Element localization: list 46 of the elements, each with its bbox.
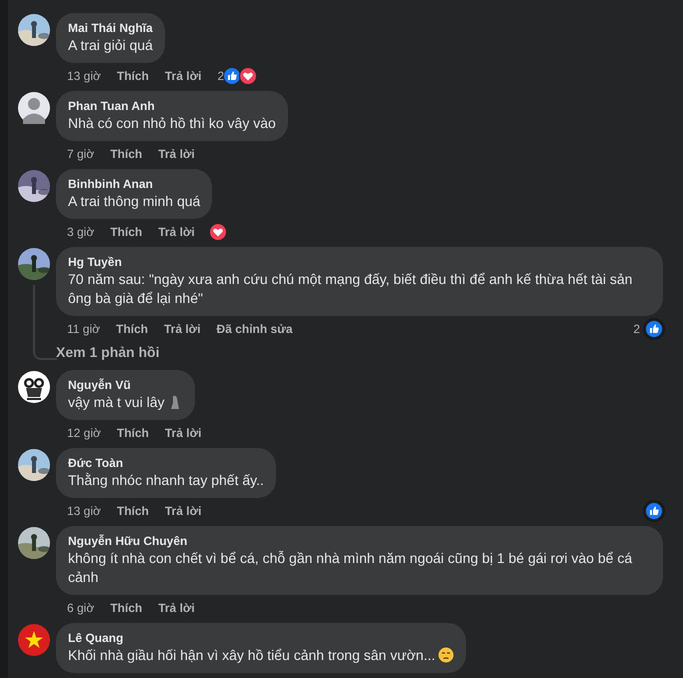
comment-action[interactable]: Đã chỉnh sửa — [216, 322, 293, 336]
like-icon[interactable] — [645, 502, 663, 520]
comment-time[interactable]: 7 giờ — [67, 147, 94, 161]
reaction-count[interactable]: 2 — [217, 69, 224, 83]
unamused-face-icon — [438, 647, 454, 663]
like-icon[interactable] — [645, 320, 663, 338]
view-replies-link[interactable]: Xem 1 phản hồi — [56, 344, 160, 360]
author-name[interactable]: Lê Quang — [68, 630, 454, 646]
like-icon[interactable] — [223, 67, 242, 85]
comment-action[interactable]: Thích — [110, 147, 142, 161]
comment-action[interactable]: Thích — [110, 225, 142, 239]
author-name[interactable]: Phan Tuan Anh — [68, 98, 276, 114]
author-name[interactable]: Đức Toàn — [68, 455, 264, 471]
comment-text: A trai thông minh quá — [68, 192, 200, 211]
comment-action[interactable]: Thích — [116, 322, 148, 336]
comment-action[interactable]: Trả lời — [158, 601, 195, 615]
comment-text: Khối nhà giầu hối hận vì xây hồ tiểu cảnh trong sân vườn... — [68, 646, 454, 665]
comment-action[interactable]: Thích — [116, 426, 149, 440]
author-name[interactable]: Hg Tuyền — [68, 254, 651, 270]
comment-action[interactable]: Trả lời — [164, 504, 202, 518]
comment-text: vậy mà t vui lây — [68, 393, 184, 412]
comment-time[interactable]: 11 giờ — [67, 322, 100, 336]
comment-action[interactable]: Thích — [110, 601, 142, 615]
comment-time[interactable]: 13 giờ — [67, 504, 101, 518]
comment-time[interactable]: 13 giờ — [67, 69, 101, 83]
comment-text: 70 năm sau: "ngày xưa anh cứu chú một mạng đấy, biết điều thì để anh kế thừa hết tài sản ông bà già để lại nhé" — [68, 270, 634, 308]
comment-time[interactable]: 12 giờ — [67, 426, 101, 440]
author-name[interactable]: Nguyễn Hữu Chuyên — [68, 533, 651, 549]
avatar-icon — [18, 92, 50, 124]
comment-action[interactable]: Trả lời — [158, 147, 195, 161]
author-name[interactable]: Binhbinh Anan — [68, 176, 200, 192]
comment-text: A trai giỏi quá — [68, 36, 153, 55]
comment-text: Nhà có con nhỏ hồ thì ko vây vào — [68, 114, 276, 133]
comment-action[interactable]: Trả lời — [164, 69, 202, 83]
comment-time[interactable]: 3 giờ — [67, 225, 94, 239]
reaction-count[interactable]: 2 — [633, 322, 640, 336]
author-name[interactable]: Nguyễn Vũ — [68, 377, 184, 393]
comment-time[interactable]: 6 giờ — [67, 601, 94, 615]
comment-action[interactable]: Trả lời — [164, 322, 201, 336]
comment-text: không ít nhà con chết vì bể cá, chỗ gần nhà mình năm ngoái cũng bị 1 bé gái rơi vào bể cá cảnh — [68, 549, 634, 587]
author-name[interactable]: Mai Thái Nghĩa — [68, 20, 153, 36]
comment-text: Thằng nhóc nhanh tay phết ấy.. — [68, 471, 264, 490]
comment-action[interactable]: Trả lời — [164, 426, 202, 440]
comment-action[interactable]: Thích — [116, 69, 149, 83]
comment-action[interactable]: Thích — [116, 504, 149, 518]
comment-action[interactable]: Trả lời — [158, 225, 195, 239]
